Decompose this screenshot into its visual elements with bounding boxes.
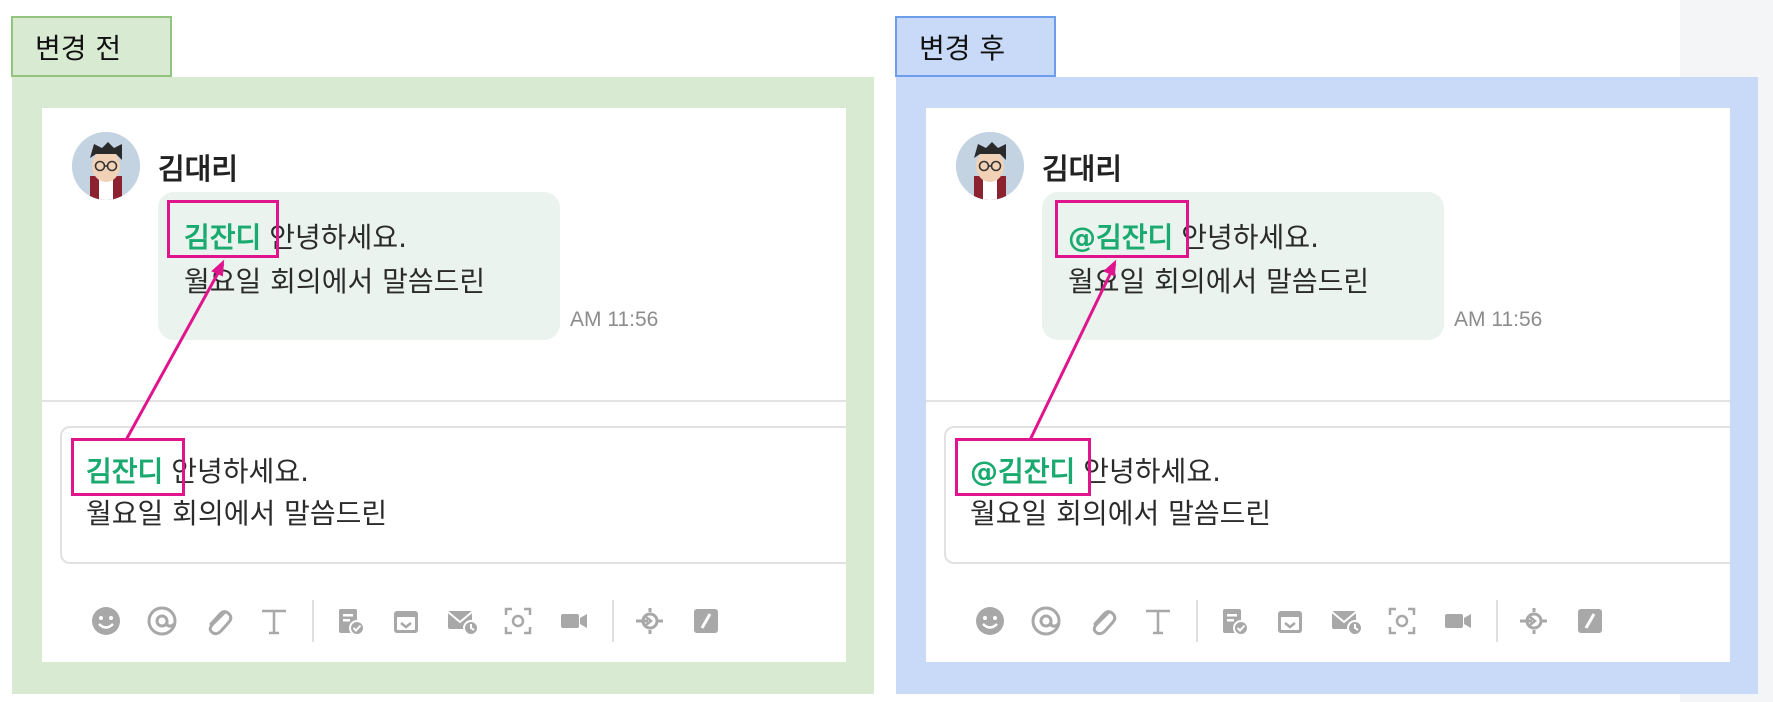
avatar-illustration xyxy=(72,132,140,200)
text-format-button[interactable] xyxy=(1136,599,1180,643)
mail-schedule-icon xyxy=(447,611,479,636)
emoji-icon xyxy=(976,607,1004,635)
archive-icon xyxy=(394,611,418,633)
chat-window: 김대리 김잔디 안녕하세요. 월요일 회의에서 말씀드린 AM 11:56 김잔디… xyxy=(42,108,846,662)
archive-button[interactable] xyxy=(1268,599,1312,643)
sender-name: 김대리 xyxy=(1042,152,1123,186)
mention-button[interactable] xyxy=(1024,599,1068,643)
slash-command-icon xyxy=(1578,609,1602,633)
share-button[interactable] xyxy=(628,599,672,643)
toolbar-separator xyxy=(612,600,614,642)
share-button[interactable] xyxy=(1512,599,1556,643)
avatar[interactable] xyxy=(72,132,140,200)
screenshot-icon xyxy=(1388,607,1416,635)
panel-tag: 변경 전 xyxy=(11,16,172,77)
panel-tag: 변경 후 xyxy=(895,16,1056,77)
text-format-icon xyxy=(262,609,286,635)
toolbar-separator xyxy=(1496,600,1498,642)
toolbar-separator xyxy=(312,600,314,642)
screenshot-button[interactable] xyxy=(496,599,540,643)
text-format-button[interactable] xyxy=(252,599,296,643)
video-icon xyxy=(561,614,587,628)
attachment-icon xyxy=(208,610,233,636)
emoji-icon xyxy=(92,607,120,635)
screenshot-button[interactable] xyxy=(1380,599,1424,643)
video-button[interactable] xyxy=(1436,599,1480,643)
mention-highlight-box xyxy=(71,438,185,496)
mention-highlight-box xyxy=(1055,200,1189,258)
message-text-1: 안녕하세요. xyxy=(269,221,407,254)
mail-schedule-button[interactable] xyxy=(1324,599,1368,643)
emoji-button[interactable] xyxy=(968,599,1012,643)
panel-before: 변경 전 김대리 김잔디 안녕하세요. 월요일 회의에서 말씀드린 AM 11:5… xyxy=(0,0,874,702)
mention-button[interactable] xyxy=(140,599,184,643)
composer-toolbar xyxy=(968,598,1624,644)
attachment-button[interactable] xyxy=(196,599,240,643)
slash-command-button[interactable] xyxy=(684,599,728,643)
composer-text-2: 월요일 회의에서 말씀드린 xyxy=(970,497,1272,530)
share-icon xyxy=(636,608,663,634)
mention-highlight-box xyxy=(955,438,1091,496)
mail-schedule-icon xyxy=(1331,611,1363,636)
archive-icon xyxy=(1278,611,1302,633)
mention-highlight-box xyxy=(167,200,279,258)
composer-text-2: 월요일 회의에서 말씀드린 xyxy=(86,497,388,530)
share-icon xyxy=(1520,608,1547,634)
message-text-2: 월요일 회의에서 말씀드린 xyxy=(184,265,486,298)
video-icon xyxy=(1445,614,1471,628)
todo-button[interactable] xyxy=(328,599,372,643)
attachment-icon xyxy=(1092,610,1117,636)
text-format-icon xyxy=(1146,609,1170,635)
composer-toolbar xyxy=(84,598,740,644)
avatar-illustration xyxy=(956,132,1024,200)
slash-command-icon xyxy=(694,609,718,633)
todo-button[interactable] xyxy=(1212,599,1256,643)
emoji-button[interactable] xyxy=(84,599,128,643)
avatar[interactable] xyxy=(956,132,1024,200)
toolbar-separator xyxy=(1196,600,1198,642)
composer-text-1: 안녕하세요. xyxy=(171,455,309,488)
mention-icon xyxy=(1031,606,1061,636)
message-text-2: 월요일 회의에서 말씀드린 xyxy=(1068,265,1370,298)
slash-command-button[interactable] xyxy=(1568,599,1612,643)
chat-window: 김대리 @김잔디 안녕하세요. 월요일 회의에서 말씀드린 AM 11:56 @김… xyxy=(926,108,1730,662)
mention-icon xyxy=(147,606,177,636)
archive-button[interactable] xyxy=(384,599,428,643)
message-text-1: 안녕하세요. xyxy=(1181,221,1319,254)
mail-schedule-button[interactable] xyxy=(440,599,484,643)
todo-icon xyxy=(339,609,365,636)
composer-text-1: 안녕하세요. xyxy=(1083,455,1221,488)
video-button[interactable] xyxy=(552,599,596,643)
divider xyxy=(42,400,846,402)
attachment-button[interactable] xyxy=(1080,599,1124,643)
message-time: AM 11:56 xyxy=(570,308,659,331)
sender-name: 김대리 xyxy=(158,152,239,186)
todo-icon xyxy=(1223,609,1249,636)
message-time: AM 11:56 xyxy=(1454,308,1543,331)
divider xyxy=(926,400,1730,402)
panel-after: 변경 후 김대리 @김잔디 안녕하세요. 월요일 회의에서 말씀드린 AM 11:… xyxy=(884,0,1758,702)
screenshot-icon xyxy=(504,607,532,635)
